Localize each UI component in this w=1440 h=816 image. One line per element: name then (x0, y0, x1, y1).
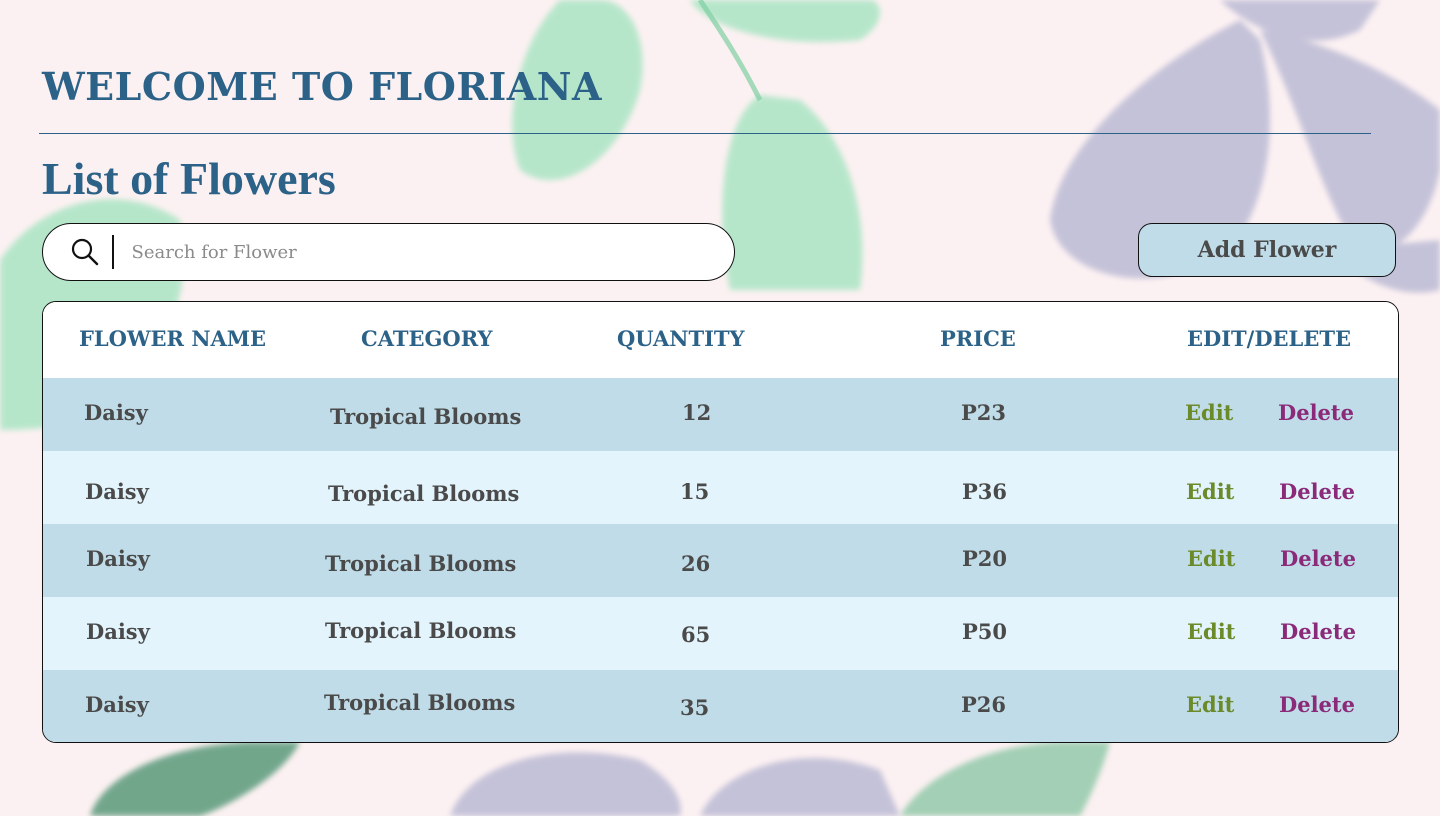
cell-quantity: 65 (681, 622, 711, 647)
search-icon[interactable] (70, 237, 100, 267)
cell-flower-name: Daisy (86, 546, 150, 571)
flowers-table: FLOWER NAME CATEGORY QUANTITY PRICE EDIT… (42, 301, 1399, 743)
delete-button[interactable]: Delete (1278, 400, 1354, 425)
cell-flower-name: Daisy (85, 479, 149, 504)
title-divider (39, 133, 1371, 134)
edit-button[interactable]: Edit (1186, 692, 1234, 717)
delete-button[interactable]: Delete (1279, 479, 1355, 504)
delete-button[interactable]: Delete (1280, 619, 1356, 644)
cell-category: Tropical Blooms (324, 690, 516, 715)
delete-button[interactable]: Delete (1279, 692, 1355, 717)
cell-price: P20 (962, 546, 1008, 571)
page: WELCOME TO FLORIANA List of Flowers Add … (0, 0, 1440, 816)
table-row[interactable]: Daisy Tropical Blooms 12 P23 Edit Delete (43, 378, 1398, 451)
table-row[interactable]: Daisy Tropical Blooms 65 P50 Edit Delete (43, 597, 1398, 670)
welcome-title: WELCOME TO FLORIANA (42, 64, 602, 109)
add-flower-button[interactable]: Add Flower (1138, 223, 1396, 277)
column-header-quantity[interactable]: QUANTITY (617, 326, 745, 351)
edit-button[interactable]: Edit (1187, 546, 1235, 571)
table-header: FLOWER NAME CATEGORY QUANTITY PRICE EDIT… (43, 302, 1398, 378)
column-header-flower-name[interactable]: FLOWER NAME (79, 326, 266, 351)
table-row[interactable]: Daisy Tropical Blooms 15 P36 Edit Delete (43, 451, 1398, 524)
cell-quantity: 12 (682, 400, 712, 425)
edit-button[interactable]: Edit (1187, 619, 1235, 644)
column-header-price[interactable]: PRICE (940, 326, 1016, 351)
search-bar[interactable] (42, 223, 735, 281)
cell-price: P36 (962, 479, 1008, 504)
cell-flower-name: Daisy (86, 619, 150, 644)
cell-price: P50 (962, 619, 1008, 644)
delete-button[interactable]: Delete (1280, 546, 1356, 571)
search-input[interactable] (131, 241, 672, 263)
search-divider (112, 235, 114, 269)
column-header-category[interactable]: CATEGORY (361, 326, 493, 351)
cell-category: Tropical Blooms (330, 404, 522, 429)
cell-price: P26 (961, 692, 1007, 717)
page-subtitle: List of Flowers (42, 153, 336, 204)
table-row[interactable]: Daisy Tropical Blooms 35 P26 Edit Delete (43, 670, 1398, 742)
cell-price: P23 (961, 400, 1007, 425)
cell-category: Tropical Blooms (328, 481, 520, 506)
cell-flower-name: Daisy (84, 400, 148, 425)
cell-category: Tropical Blooms (325, 551, 517, 576)
cell-flower-name: Daisy (85, 692, 149, 717)
cell-category: Tropical Blooms (325, 618, 517, 643)
edit-button[interactable]: Edit (1185, 400, 1233, 425)
column-header-edit-delete: EDIT/DELETE (1187, 326, 1351, 351)
table-row[interactable]: Daisy Tropical Blooms 26 P20 Edit Delete (43, 524, 1398, 597)
cell-quantity: 15 (680, 479, 710, 504)
edit-button[interactable]: Edit (1186, 479, 1234, 504)
cell-quantity: 35 (680, 695, 710, 720)
cell-quantity: 26 (681, 551, 711, 576)
